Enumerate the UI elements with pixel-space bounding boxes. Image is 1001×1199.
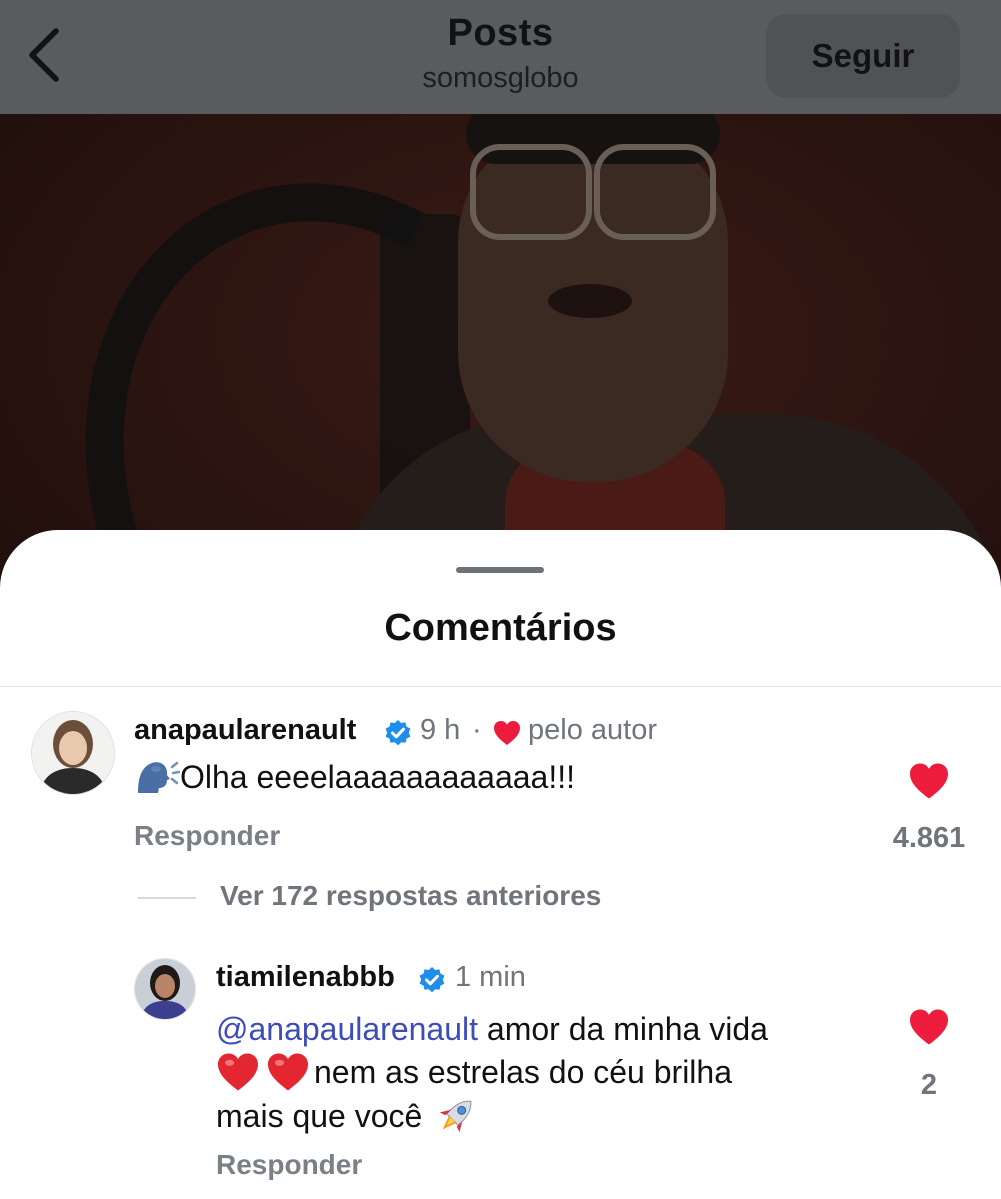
mention-link[interactable]: @anapaularenault <box>216 1011 478 1048</box>
red-heart-emoji <box>218 1053 258 1091</box>
like-count: 4.861 <box>892 822 966 854</box>
verified-badge-icon <box>419 967 445 993</box>
replies-line <box>138 897 196 899</box>
like-count: 2 <box>920 1069 938 1101</box>
comment-timestamp: 9 h <box>420 714 461 746</box>
liked-by-author-label: pelo autor <box>528 714 657 746</box>
top-nav-bar: Posts somosglobo Seguir <box>0 0 1001 114</box>
reply-text-line-3: mais que você <box>216 1093 480 1139</box>
reply-text: mais que você <box>216 1097 423 1134</box>
view-replies-label: Ver 172 respostas anteriores <box>220 880 602 911</box>
divider <box>0 686 1001 687</box>
heart-filled-icon[interactable] <box>908 762 950 800</box>
person-mouth <box>548 284 632 318</box>
app-screen: Posts somosglobo Seguir Comentários anap… <box>0 0 1001 1199</box>
comment-username[interactable]: anapaularenault <box>134 714 356 747</box>
comment-body: Olha eeeelaaaaaaaaaaaa!!! <box>134 756 575 798</box>
speaking-head-emoji <box>138 761 180 793</box>
reply-button[interactable]: Responder <box>134 820 280 852</box>
reply-timestamp: 1 min <box>455 961 526 993</box>
avatar-photo <box>135 959 195 1019</box>
comment-text: Olha eeeelaaaaaaaaaaaa!!! <box>180 758 576 795</box>
red-heart-emoji <box>268 1053 308 1091</box>
reply-text-line-2: nem as estrelas do céu brilha <box>216 1050 732 1094</box>
verified-badge-icon <box>385 720 411 746</box>
reply-button[interactable]: Responder <box>216 1149 362 1181</box>
reply-text: nem as estrelas do céu brilha <box>314 1053 732 1090</box>
follow-button[interactable]: Seguir <box>766 14 960 98</box>
comments-sheet: Comentários anapaularenault 9 h · pelo a… <box>0 530 1001 1199</box>
sheet-drag-handle[interactable] <box>456 567 544 573</box>
avatar[interactable] <box>134 958 196 1020</box>
glasses-right <box>594 144 716 240</box>
reply-text: amor da minha vida <box>486 1010 768 1047</box>
sheet-title: Comentários <box>384 607 617 649</box>
heart-filled-icon <box>494 721 520 745</box>
avatar[interactable] <box>31 711 115 795</box>
heart-filled-icon[interactable] <box>908 1008 950 1046</box>
avatar-photo <box>32 712 114 794</box>
glasses-left <box>470 144 592 240</box>
reply-text-line-1: @anapaularenault amor da minha vida <box>216 1007 768 1051</box>
reply-username[interactable]: tiamilenabbb <box>216 961 395 994</box>
view-replies-toggle[interactable]: Ver 172 respostas anteriores <box>138 876 698 920</box>
meta-separator: · <box>472 714 482 746</box>
rocket-emoji <box>440 1100 472 1133</box>
